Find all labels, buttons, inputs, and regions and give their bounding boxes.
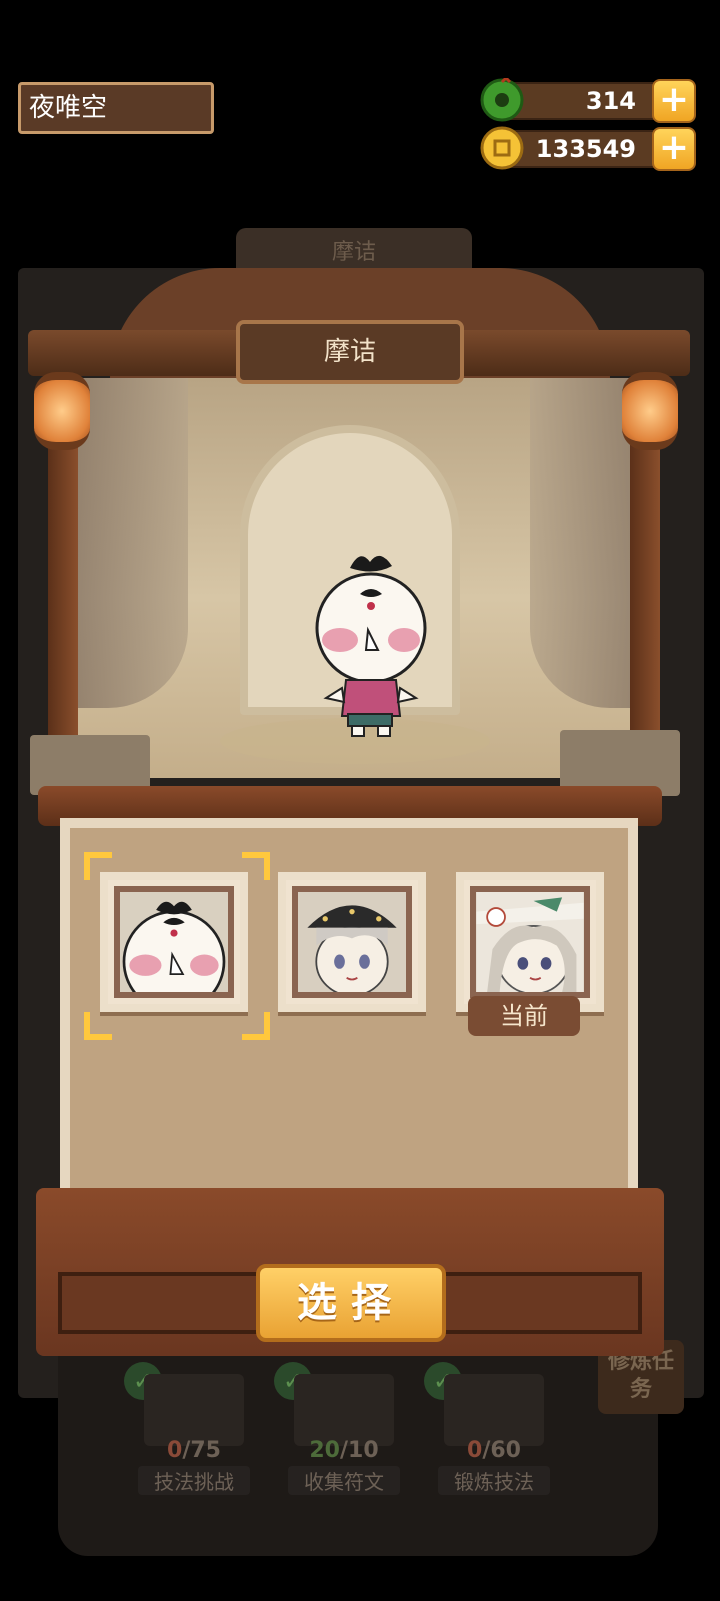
current-character-badge: 当前: [468, 996, 580, 1036]
curtain-left: [78, 378, 188, 708]
coin-amount: 133549: [535, 135, 636, 163]
selection-corner-bl: [84, 1012, 112, 1040]
jade-currency-bar: 314 +: [480, 75, 696, 123]
jade-icon: [480, 75, 524, 122]
add-coin-button[interactable]: +: [652, 127, 696, 171]
avatar-card-black-hat[interactable]: [278, 872, 426, 1012]
lantern-right-icon: [622, 372, 678, 450]
task-collect-runes: 20/10 收集符文: [288, 1374, 400, 1495]
chest-icon: [144, 1374, 244, 1446]
add-jade-button[interactable]: +: [652, 79, 696, 123]
avatar-silver-hair-portrait: [470, 886, 590, 998]
coin-icon: [480, 126, 524, 170]
coin-currency-bar: 133549 +: [480, 126, 696, 171]
character-name-plaque: 摩诘: [236, 320, 464, 384]
lantern-left-icon: [34, 372, 90, 450]
rune-icon: [294, 1374, 394, 1446]
selection-corner-tr: [242, 852, 270, 880]
task-technique-challenge: 0/75 技法挑战: [138, 1374, 250, 1495]
task-train-technique: 0/60 锻炼技法: [438, 1374, 550, 1495]
avatar-black-hat-portrait: [292, 886, 412, 998]
player-name-box[interactable]: 夜唯空: [18, 82, 214, 134]
character-sprite[interactable]: [308, 548, 434, 738]
avatar-mojie-portrait: [114, 886, 234, 998]
select-button[interactable]: 选择: [256, 1264, 446, 1342]
avatar-card-silver-hair[interactable]: [456, 872, 604, 1012]
character-name: 摩诘: [323, 337, 376, 367]
selection-corner-tl: [84, 852, 112, 880]
avatar-card-mojie[interactable]: [100, 872, 248, 1012]
selection-corner-br: [242, 1012, 270, 1040]
jade-amount: 314: [585, 87, 636, 115]
alarm-clock-icon: [444, 1374, 544, 1446]
player-name: 夜唯空: [29, 93, 108, 123]
